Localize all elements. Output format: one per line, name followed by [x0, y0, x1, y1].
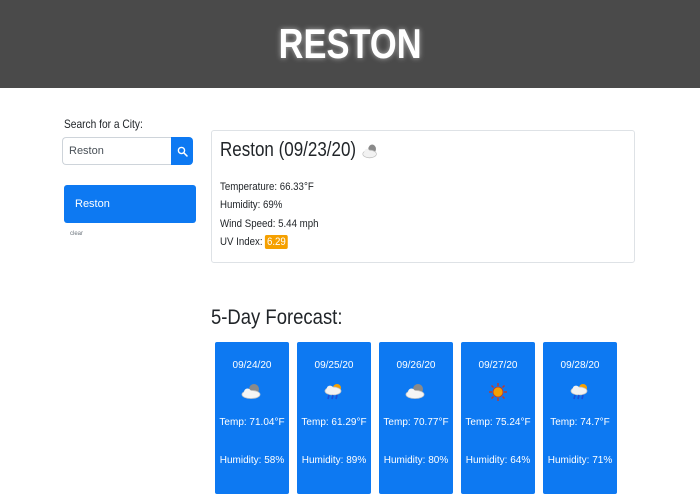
rain-sun-icon: [543, 382, 617, 402]
partly-cloudy-icon: [379, 382, 453, 400]
forecast-temp: Temp: 61.29°F: [301, 417, 367, 428]
partly-cloudy-icon: [361, 143, 380, 159]
partly-cloudy-icon: [215, 382, 289, 400]
search-label: Search for a City:: [64, 117, 143, 131]
forecast-date: 09/26/20: [396, 360, 436, 371]
forecast-humidity: Humidity: 80%: [383, 455, 449, 466]
history-item-reston[interactable]: Reston: [64, 185, 196, 223]
forecast-temp: Temp: 71.04°F: [219, 417, 285, 428]
search-bar: [62, 137, 193, 165]
current-city-date: Reston (09/23/20): [220, 139, 357, 161]
forecast-humidity: Humidity: 71%: [547, 455, 613, 466]
search-button[interactable]: [171, 137, 193, 165]
forecast-card: 09/25/20 Temp: 61.29°F Humidity: 89%: [297, 342, 371, 494]
forecast-date: 09/27/20: [478, 360, 518, 371]
forecast-date: 09/25/20: [314, 360, 354, 371]
current-weather-card: Reston (09/23/20) Temperature: 66.33°F H…: [211, 130, 635, 263]
search-icon: [177, 146, 188, 157]
clear-history-link[interactable]: clear: [70, 231, 83, 237]
history-item-label: Reston: [75, 198, 110, 210]
current-humidity: Humidity: 69%: [220, 199, 283, 211]
forecast-temp: Temp: 75.24°F: [465, 417, 531, 428]
forecast-card: 09/24/20 Temp: 71.04°F Humidity: 58%: [215, 342, 289, 494]
forecast-card: 09/27/20 Temp: 75.24°F Humidity: 64%: [461, 342, 535, 494]
forecast-temp: Temp: 74.7°F: [550, 417, 610, 428]
current-uv-index: UV Index: 6.29: [220, 235, 288, 249]
forecast-date: 09/28/20: [560, 360, 600, 371]
current-wind-speed: Wind Speed: 5.44 mph: [220, 218, 319, 230]
page-header: RESTON: [0, 0, 700, 88]
forecast-humidity: Humidity: 89%: [301, 455, 367, 466]
forecast-row: 09/24/20 Temp: 71.04°F Humidity: 58% 09/…: [215, 342, 618, 494]
search-input[interactable]: [62, 137, 171, 165]
uv-badge: 6.29: [265, 235, 288, 249]
forecast-humidity: Humidity: 64%: [465, 455, 531, 466]
forecast-card: 09/28/20 Temp: 74.7°F Humidity: 71%: [543, 342, 617, 494]
rain-sun-icon: [297, 382, 371, 402]
forecast-date: 09/24/20: [232, 360, 272, 371]
current-temperature: Temperature: 66.33°F: [220, 181, 314, 193]
current-title-row: Reston (09/23/20): [220, 139, 380, 162]
uv-label: UV Index:: [220, 236, 263, 248]
forecast-humidity: Humidity: 58%: [219, 455, 285, 466]
forecast-temp: Temp: 70.77°F: [383, 417, 449, 428]
forecast-title: 5-Day Forecast:: [211, 306, 343, 329]
page-title: RESTON: [278, 20, 422, 67]
sun-icon: [461, 382, 535, 402]
forecast-card: 09/26/20 Temp: 70.77°F Humidity: 80%: [379, 342, 453, 494]
